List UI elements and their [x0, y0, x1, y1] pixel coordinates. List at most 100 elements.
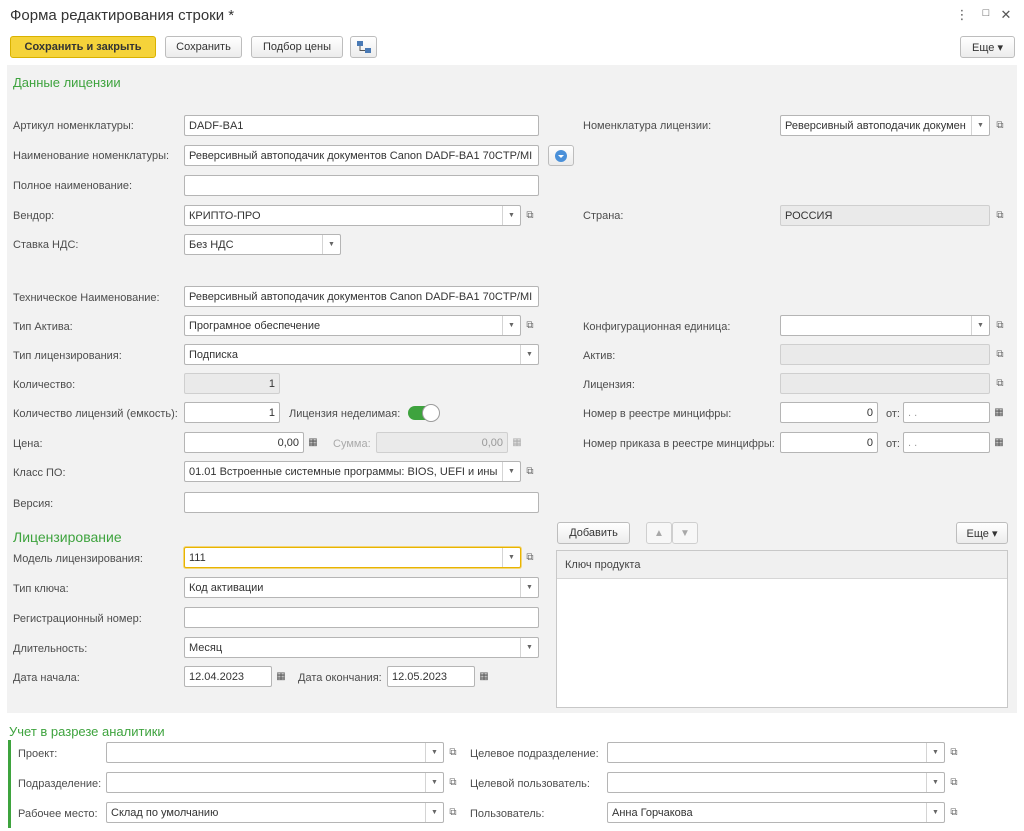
tech-name-input[interactable]: Реверсивный автоподачик документов Canon…	[184, 286, 539, 307]
project-select[interactable]: ▼	[106, 742, 444, 763]
open-icon[interactable]: ⧉	[991, 115, 1009, 136]
open-icon[interactable]: ⧉	[945, 742, 963, 763]
full-name-input[interactable]	[184, 175, 539, 196]
save-and-close-button[interactable]: Сохранить и закрыть	[10, 36, 156, 58]
lic-qty-input[interactable]: 1	[184, 402, 280, 423]
open-icon[interactable]: ⧉	[945, 772, 963, 793]
chevron-down-icon[interactable]: ▼	[502, 206, 520, 225]
maximize-icon[interactable]: □	[978, 7, 994, 19]
version-label: Версия:	[13, 498, 54, 510]
chevron-down-icon[interactable]: ▼	[502, 462, 520, 481]
chevron-down-icon[interactable]: ▼	[425, 743, 443, 762]
end-date-input[interactable]: 12.05.2023	[387, 666, 475, 687]
nom-lic-select[interactable]: Реверсивный автоподачик докумен ▼	[780, 115, 990, 136]
order-input[interactable]: 0	[780, 432, 878, 453]
open-icon[interactable]: ⧉	[945, 802, 963, 823]
registry-label: Номер в реестре минцифры:	[583, 408, 732, 420]
target-user-select[interactable]: ▼	[607, 772, 945, 793]
vendor-select[interactable]: КРИПТО-ПРО ▼	[184, 205, 521, 226]
reg-input[interactable]	[184, 607, 539, 628]
move-up-icon[interactable]: ▲	[646, 522, 672, 544]
version-input[interactable]	[184, 492, 539, 513]
chevron-down-icon[interactable]: ▼	[926, 773, 944, 792]
article-input[interactable]: DADF-BA1	[184, 115, 539, 136]
full-name-label: Полное наименование:	[13, 180, 133, 192]
start-date-input[interactable]: 12.04.2023	[184, 666, 272, 687]
chevron-down-icon[interactable]: ▼	[425, 803, 443, 822]
toolbar-more-button[interactable]: Еще ▾	[960, 36, 1015, 58]
calendar-icon[interactable]: ▦	[475, 666, 493, 687]
move-down-icon[interactable]: ▼	[672, 522, 698, 544]
config-select[interactable]: ▼	[780, 315, 990, 336]
open-icon[interactable]: ⧉	[444, 772, 462, 793]
nom-lic-label: Номенклатура лицензии:	[583, 120, 712, 132]
open-icon[interactable]: ⧉	[991, 373, 1009, 394]
chevron-down-icon[interactable]: ▼	[520, 345, 538, 364]
country-field: РОССИЯ	[780, 205, 990, 226]
chevron-down-icon[interactable]: ▼	[425, 773, 443, 792]
workplace-label: Рабочее место:	[18, 808, 98, 820]
chevron-down-icon[interactable]: ▼	[971, 116, 989, 135]
more-actions-icon[interactable]: ⋮	[954, 7, 970, 23]
name-input[interactable]: Реверсивный автоподачик документов Canon…	[184, 145, 539, 166]
license-data-header: Данные лицензии	[13, 75, 121, 90]
calendar-icon[interactable]: ▦	[990, 432, 1008, 453]
calculator-icon[interactable]: ▦	[304, 432, 322, 453]
open-icon[interactable]: ⧉	[521, 205, 539, 226]
lic-type-label: Тип лицензирования:	[13, 350, 122, 362]
price-selection-button[interactable]: Подбор цены	[251, 36, 343, 58]
chevron-down-icon[interactable]: ▼	[520, 578, 538, 597]
chevron-down-icon[interactable]: ▼	[502, 548, 520, 567]
calendar-icon[interactable]: ▦	[990, 402, 1008, 423]
chevron-down-icon[interactable]: ▼	[502, 316, 520, 335]
lic-type-select[interactable]: Подписка ▼	[184, 344, 539, 365]
add-key-button[interactable]: Добавить	[557, 522, 630, 544]
open-icon[interactable]: ⧉	[991, 315, 1009, 336]
structure-icon	[356, 41, 371, 53]
target-dept-select[interactable]: ▼	[607, 742, 945, 763]
name-fill-button[interactable]	[548, 145, 574, 166]
key-type-label: Тип ключа:	[13, 583, 69, 595]
indivisible-toggle[interactable]	[408, 404, 440, 422]
open-icon[interactable]: ⧉	[444, 802, 462, 823]
chevron-down-icon[interactable]: ▼	[926, 743, 944, 762]
open-icon[interactable]: ⧉	[521, 461, 539, 482]
order-date-input[interactable]: . .	[903, 432, 990, 453]
licensing-header: Лицензирование	[13, 529, 122, 545]
registry-date-input[interactable]: . .	[903, 402, 990, 423]
class-label: Класс ПО:	[13, 467, 66, 479]
class-select[interactable]: 01.01 Встроенные системные программы: BI…	[184, 461, 521, 482]
open-icon[interactable]: ⧉	[444, 742, 462, 763]
order-from-label: от:	[886, 438, 900, 450]
save-button[interactable]: Сохранить	[165, 36, 242, 58]
vat-select[interactable]: Без НДС ▼	[184, 234, 341, 255]
product-key-table[interactable]: Ключ продукта	[556, 550, 1008, 708]
calendar-icon[interactable]: ▦	[272, 666, 290, 687]
dept-select[interactable]: ▼	[106, 772, 444, 793]
duration-select[interactable]: Месяц ▼	[184, 637, 539, 658]
registry-input[interactable]: 0	[780, 402, 878, 423]
arrow-down-circle-icon	[555, 149, 567, 162]
chevron-down-icon[interactable]: ▼	[520, 638, 538, 657]
workplace-select[interactable]: Склад по умолчанию ▼	[106, 802, 444, 823]
structure-icon-button[interactable]	[350, 36, 377, 58]
asset-type-select[interactable]: Програмное обеспечение ▼	[184, 315, 521, 336]
model-select[interactable]: 111 ▼	[184, 547, 521, 568]
open-icon[interactable]: ⧉	[991, 205, 1009, 226]
chevron-down-icon[interactable]: ▼	[322, 235, 340, 254]
key-type-select[interactable]: Код активации ▼	[184, 577, 539, 598]
duration-label: Длительность:	[13, 643, 88, 655]
close-icon[interactable]: ✕	[998, 7, 1014, 23]
qty-field: 1	[184, 373, 280, 394]
user-label: Пользователь:	[470, 808, 545, 820]
user-select[interactable]: Анна Горчакова ▼	[607, 802, 945, 823]
chevron-down-icon[interactable]: ▼	[926, 803, 944, 822]
open-icon[interactable]: ⧉	[521, 547, 539, 568]
target-user-label: Целевой пользователь:	[470, 778, 590, 790]
table-more-button[interactable]: Еще ▾	[956, 522, 1008, 544]
column-product-key[interactable]: Ключ продукта	[565, 559, 640, 571]
chevron-down-icon[interactable]: ▼	[971, 316, 989, 335]
open-icon[interactable]: ⧉	[991, 344, 1009, 365]
price-input[interactable]: 0,00	[184, 432, 304, 453]
open-icon[interactable]: ⧉	[521, 315, 539, 336]
